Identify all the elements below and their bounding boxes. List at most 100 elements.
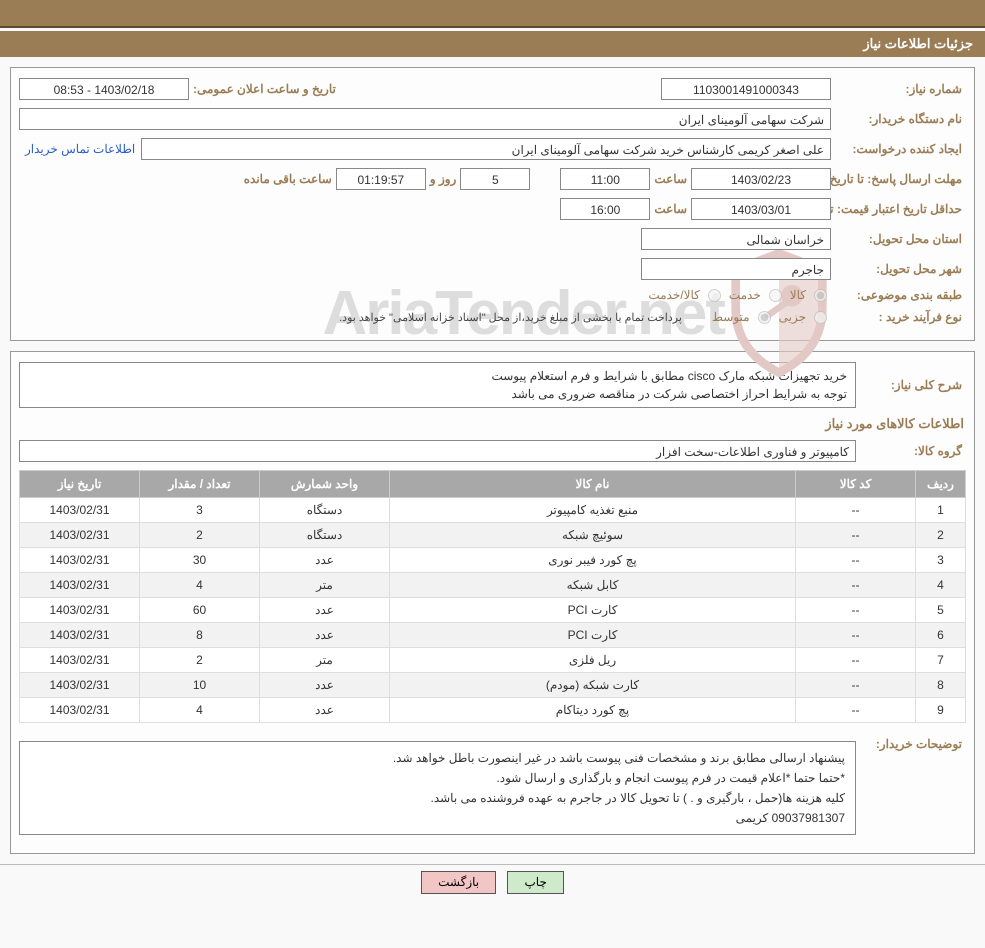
org-label: نام دستگاه خریدار: xyxy=(831,112,966,126)
cell-qty: 3 xyxy=(140,498,260,523)
cell-code: -- xyxy=(796,548,916,573)
cell-code: -- xyxy=(796,623,916,648)
back-button[interactable]: بازگشت xyxy=(421,871,496,894)
row-validity: حداقل تاریخ اعتبار قیمت: تا تاریخ: 1403/… xyxy=(19,198,966,220)
buyer-contact-link[interactable]: اطلاعات تماس خریدار xyxy=(19,142,141,156)
row-province: استان محل تحویل: خراسان شمالی xyxy=(19,228,966,250)
details-panel: AriaTender.net شماره نیاز: 1103001491000… xyxy=(10,67,975,341)
cat-goods-label: کالا xyxy=(786,288,810,302)
table-row: 6--کارت PCIعدد81403/02/31 xyxy=(20,623,966,648)
cell-date: 1403/02/31 xyxy=(20,648,140,673)
cell-name: سوئیچ شبکه xyxy=(390,523,796,548)
cell-name: کارت PCI xyxy=(390,598,796,623)
cell-qty: 2 xyxy=(140,648,260,673)
table-row: 1--منبع تغذیه کامپیوتردستگاه31403/02/31 xyxy=(20,498,966,523)
cell-code: -- xyxy=(796,523,916,548)
goods-panel: شرح کلی نیاز: خرید تجهیزات شبکه مارک cis… xyxy=(10,351,975,854)
radio-both[interactable] xyxy=(708,289,721,302)
table-row: 7--ریل فلزیمتر21403/02/31 xyxy=(20,648,966,673)
pt-minor-label: جزیی xyxy=(775,310,810,324)
cell-unit: عدد xyxy=(260,598,390,623)
cell-idx: 8 xyxy=(916,673,966,698)
cell-name: پچ کورد دیتاکام xyxy=(390,698,796,723)
row-purchase-type: نوع فرآیند خرید : جزیی متوسط پرداخت تمام… xyxy=(19,310,966,324)
table-row: 9--پچ کورد دیتاکامعدد41403/02/31 xyxy=(20,698,966,723)
cell-unit: متر xyxy=(260,573,390,598)
page-title: جزئیات اطلاعات نیاز xyxy=(0,31,985,57)
deadline-date: 1403/02/23 xyxy=(691,168,831,190)
radio-medium[interactable] xyxy=(758,311,771,324)
cell-name: کابل شبکه xyxy=(390,573,796,598)
cell-qty: 30 xyxy=(140,548,260,573)
buyer-note-line: *حتما حتما *اعلام قیمت در فرم پیوست انجا… xyxy=(30,768,845,788)
need-number-value: 1103001491000343 xyxy=(661,78,831,100)
cell-idx: 1 xyxy=(916,498,966,523)
cell-idx: 9 xyxy=(916,698,966,723)
requester-label: ایجاد کننده درخواست: xyxy=(831,142,966,156)
row-goods-group: گروه کالا: کامپیوتر و فناوری اطلاعات-سخت… xyxy=(19,440,966,462)
cell-code: -- xyxy=(796,698,916,723)
table-row: 4--کابل شبکهمتر41403/02/31 xyxy=(20,573,966,598)
summary-label: شرح کلی نیاز: xyxy=(856,378,966,392)
buyer-note-line: کلیه هزینه ها(حمل ، بارگیری و . ) تا تحو… xyxy=(30,788,845,808)
cell-code: -- xyxy=(796,598,916,623)
cell-unit: متر xyxy=(260,648,390,673)
cell-qty: 60 xyxy=(140,598,260,623)
cell-date: 1403/02/31 xyxy=(20,698,140,723)
time-left: 01:19:57 xyxy=(336,168,426,190)
cat-service-label: خدمت xyxy=(725,288,765,302)
buyer-notes-label: توضیحات خریدار: xyxy=(856,733,966,751)
cell-code: -- xyxy=(796,498,916,523)
org-value: شرکت سهامی آلومینای ایران xyxy=(19,108,831,130)
deadline-label: مهلت ارسال پاسخ: تا تاریخ: xyxy=(831,172,966,186)
cell-unit: عدد xyxy=(260,548,390,573)
cell-code: -- xyxy=(796,673,916,698)
table-row: 5--کارت PCIعدد601403/02/31 xyxy=(20,598,966,623)
deadline-time: 11:00 xyxy=(560,168,650,190)
cell-name: منبع تغذیه کامپیوتر xyxy=(390,498,796,523)
goods-info-title: اطلاعات کالاهای مورد نیاز xyxy=(21,416,964,432)
cell-unit: عدد xyxy=(260,698,390,723)
hour-label-1: ساعت xyxy=(650,172,691,186)
summary-line-2: توجه به شرایط احراز اختصاصی شرکت در مناق… xyxy=(28,385,847,403)
cell-name: ریل فلزی xyxy=(390,648,796,673)
cell-name: کارت شبکه (مودم) xyxy=(390,673,796,698)
footer: چاپ بازگشت xyxy=(0,864,985,908)
cell-date: 1403/02/31 xyxy=(20,548,140,573)
goods-group-label: گروه کالا: xyxy=(856,444,966,458)
cell-qty: 2 xyxy=(140,523,260,548)
cell-unit: عدد xyxy=(260,673,390,698)
goods-group-value: کامپیوتر و فناوری اطلاعات-سخت افزار xyxy=(19,440,856,462)
row-category: طبقه بندی موضوعی: کالا خدمت کالا/خدمت xyxy=(19,288,966,302)
radio-minor[interactable] xyxy=(814,311,827,324)
cell-qty: 4 xyxy=(140,573,260,598)
purchase-type-label: نوع فرآیند خرید : xyxy=(831,310,966,324)
cell-date: 1403/02/31 xyxy=(20,598,140,623)
radio-goods[interactable] xyxy=(814,289,827,302)
buyer-notes-box: پیشنهاد ارسالی مطابق برند و مشخصات فنی پ… xyxy=(19,741,856,835)
th-date: تاریخ نیاز xyxy=(20,471,140,498)
summary-line-1: خرید تجهیزات شبکه مارک cisco مطابق با شر… xyxy=(28,367,847,385)
validity-date: 1403/03/01 xyxy=(691,198,831,220)
cell-idx: 6 xyxy=(916,623,966,648)
requester-value: علی اصغر کریمی کارشناس خرید شرکت سهامی آ… xyxy=(141,138,831,160)
items-table: ردیف کد کالا نام کالا واحد شمارش تعداد /… xyxy=(19,470,966,723)
cell-code: -- xyxy=(796,648,916,673)
buyer-note-line: پیشنهاد ارسالی مطابق برند و مشخصات فنی پ… xyxy=(30,748,845,768)
radio-service[interactable] xyxy=(769,289,782,302)
cell-unit: دستگاه xyxy=(260,498,390,523)
row-need-number: شماره نیاز: 1103001491000343 تاریخ و ساع… xyxy=(19,78,966,100)
province-value: خراسان شمالی xyxy=(641,228,831,250)
cell-qty: 4 xyxy=(140,698,260,723)
row-deadline: مهلت ارسال پاسخ: تا تاریخ: 1403/02/23 سا… xyxy=(19,168,966,190)
row-org: نام دستگاه خریدار: شرکت سهامی آلومینای ا… xyxy=(19,108,966,130)
cell-idx: 2 xyxy=(916,523,966,548)
summary-box: خرید تجهیزات شبکه مارک cisco مطابق با شر… xyxy=(19,362,856,408)
print-button[interactable]: چاپ xyxy=(507,871,563,894)
cat-both-label: کالا/خدمت xyxy=(644,288,703,302)
th-idx: ردیف xyxy=(916,471,966,498)
cell-date: 1403/02/31 xyxy=(20,498,140,523)
th-code: کد کالا xyxy=(796,471,916,498)
city-label: شهر محل تحویل: xyxy=(831,262,966,276)
cell-code: -- xyxy=(796,573,916,598)
